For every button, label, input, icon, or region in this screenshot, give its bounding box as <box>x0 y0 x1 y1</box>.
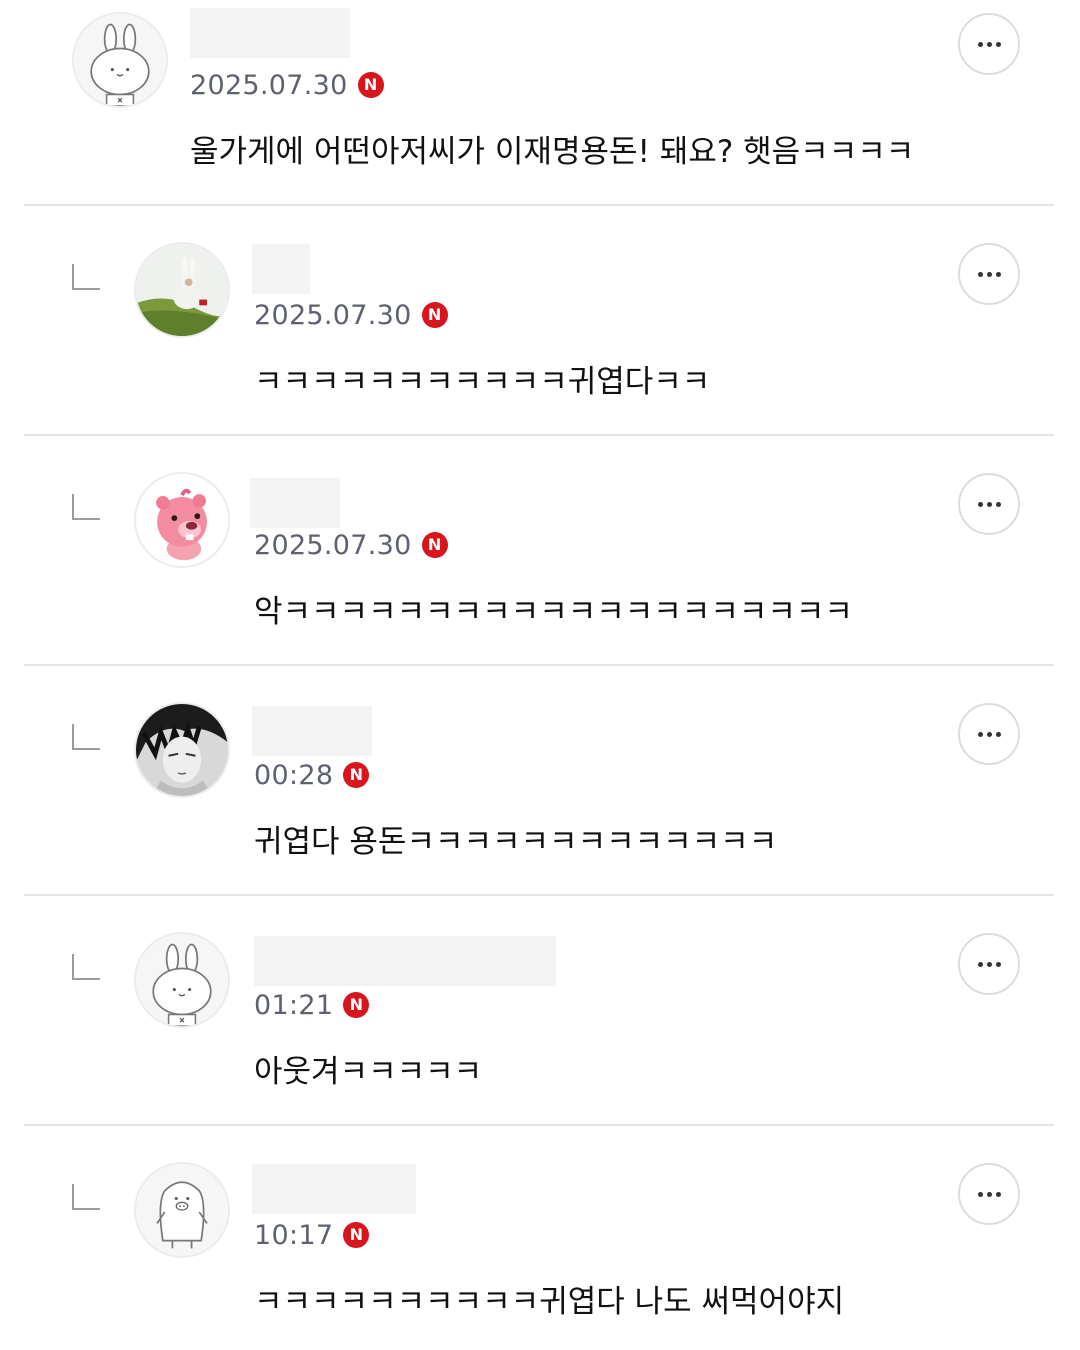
dot-icon <box>977 271 983 277</box>
reply-indicator-icon <box>72 1184 100 1210</box>
dot-icon <box>986 1191 992 1197</box>
dot-icon <box>977 731 983 737</box>
comment-text: 울가게에 어떤아저씨가 이재명용돈! 돼요? 햇음ㅋㅋㅋㅋ <box>190 134 915 170</box>
author-name-redacted[interactable] <box>252 706 372 756</box>
bunny-costume-photo-icon <box>136 244 228 336</box>
comment-text: 악ㅋㅋㅋㅋㅋㅋㅋㅋㅋㅋㅋㅋㅋㅋㅋㅋㅋㅋㅋㅋ <box>254 594 853 630</box>
comment-meta: 2025.07.30 N <box>190 67 384 103</box>
dot-icon <box>986 961 992 967</box>
reply-indicator-icon <box>72 954 100 980</box>
new-badge: N <box>357 72 384 98</box>
comment-text: ㅋㅋㅋㅋㅋㅋㅋㅋㅋㅋ귀엽다 나도 써먹어야지 <box>254 1284 845 1320</box>
divider <box>24 434 1054 436</box>
divider <box>24 1124 1054 1126</box>
new-badge: N <box>343 992 370 1018</box>
reply-indicator-icon <box>72 494 100 520</box>
reply-indicator-icon <box>72 264 100 290</box>
more-options-button[interactable] <box>958 473 1020 535</box>
penguin-outline-icon <box>136 1164 228 1256</box>
avatar[interactable] <box>134 702 230 798</box>
avatar[interactable] <box>72 12 168 108</box>
author-name-redacted[interactable] <box>254 936 556 986</box>
dot-icon <box>995 1191 1001 1197</box>
comment-text: 귀엽다 용돈ㅋㅋㅋㅋㅋㅋㅋㅋㅋㅋㅋㅋㅋ <box>254 824 778 860</box>
comment-date: 2025.07.30 <box>254 299 412 331</box>
more-options-button[interactable] <box>958 933 1020 995</box>
author-name-redacted[interactable] <box>250 478 340 528</box>
comment-meta: 2025.07.30 N <box>254 297 448 333</box>
reply-indicator-icon <box>72 724 100 750</box>
dot-icon <box>977 501 983 507</box>
reply-item: 01:21 N 아웃겨ㅋㅋㅋㅋㅋ <box>0 920 1080 1125</box>
dot-icon <box>986 731 992 737</box>
author-name-redacted[interactable] <box>252 244 310 294</box>
avatar[interactable] <box>134 472 230 568</box>
avatar[interactable] <box>134 242 230 338</box>
bunny-outline-icon <box>74 14 166 106</box>
dot-icon <box>986 501 992 507</box>
new-badge: N <box>343 762 370 788</box>
more-options-button[interactable] <box>958 703 1020 765</box>
reply-item: 2025.07.30 N ㅋㅋㅋㅋㅋㅋㅋㅋㅋㅋㅋ귀엽다ㅋㅋ <box>0 230 1080 435</box>
reply-item: 2025.07.30 N 악ㅋㅋㅋㅋㅋㅋㅋㅋㅋㅋㅋㅋㅋㅋㅋㅋㅋㅋㅋㅋ <box>0 460 1080 665</box>
more-options-button[interactable] <box>958 13 1020 75</box>
comment-meta: 01:21 N <box>254 987 370 1023</box>
bunny-outline-icon <box>136 934 228 1026</box>
dot-icon <box>995 961 1001 967</box>
reply-item: 10:17 N ㅋㅋㅋㅋㅋㅋㅋㅋㅋㅋ귀엽다 나도 써먹어야지 <box>0 1150 1080 1350</box>
dot-icon <box>986 41 992 47</box>
reply-item: 00:28 N 귀엽다 용돈ㅋㅋㅋㅋㅋㅋㅋㅋㅋㅋㅋㅋㅋ <box>0 690 1080 895</box>
new-badge: N <box>421 302 448 328</box>
manga-man-icon <box>136 704 228 796</box>
comment-meta: 10:17 N <box>254 1217 370 1253</box>
comment-date: 00:28 <box>254 759 334 791</box>
dot-icon <box>995 501 1001 507</box>
dot-icon <box>986 271 992 277</box>
comment-date: 2025.07.30 <box>254 529 412 561</box>
comment-date: 10:17 <box>254 1219 334 1251</box>
dot-icon <box>977 41 983 47</box>
author-name-redacted[interactable] <box>190 8 350 58</box>
comment-item: 2025.07.30 N 울가게에 어떤아저씨가 이재명용돈! 돼요? 햇음ㅋㅋ… <box>0 0 1080 205</box>
comment-date: 01:21 <box>254 989 334 1021</box>
divider <box>24 894 1054 896</box>
new-badge: N <box>421 532 448 558</box>
dot-icon <box>995 41 1001 47</box>
divider <box>24 664 1054 666</box>
comment-meta: 00:28 N <box>254 757 370 793</box>
more-options-button[interactable] <box>958 243 1020 305</box>
author-name-redacted[interactable] <box>252 1164 416 1214</box>
comment-meta: 2025.07.30 N <box>254 527 448 563</box>
comment-text: ㅋㅋㅋㅋㅋㅋㅋㅋㅋㅋㅋ귀엽다ㅋㅋ <box>254 364 711 400</box>
comment-text: 아웃겨ㅋㅋㅋㅋㅋ <box>254 1054 483 1090</box>
new-badge: N <box>343 1222 370 1248</box>
avatar[interactable] <box>134 1162 230 1258</box>
dot-icon <box>995 271 1001 277</box>
comment-date: 2025.07.30 <box>190 69 348 101</box>
dot-icon <box>995 731 1001 737</box>
dot-icon <box>977 961 983 967</box>
divider <box>24 204 1054 206</box>
avatar[interactable] <box>134 932 230 1028</box>
dot-icon <box>977 1191 983 1197</box>
pink-beaver-icon <box>136 474 228 566</box>
more-options-button[interactable] <box>958 1163 1020 1225</box>
